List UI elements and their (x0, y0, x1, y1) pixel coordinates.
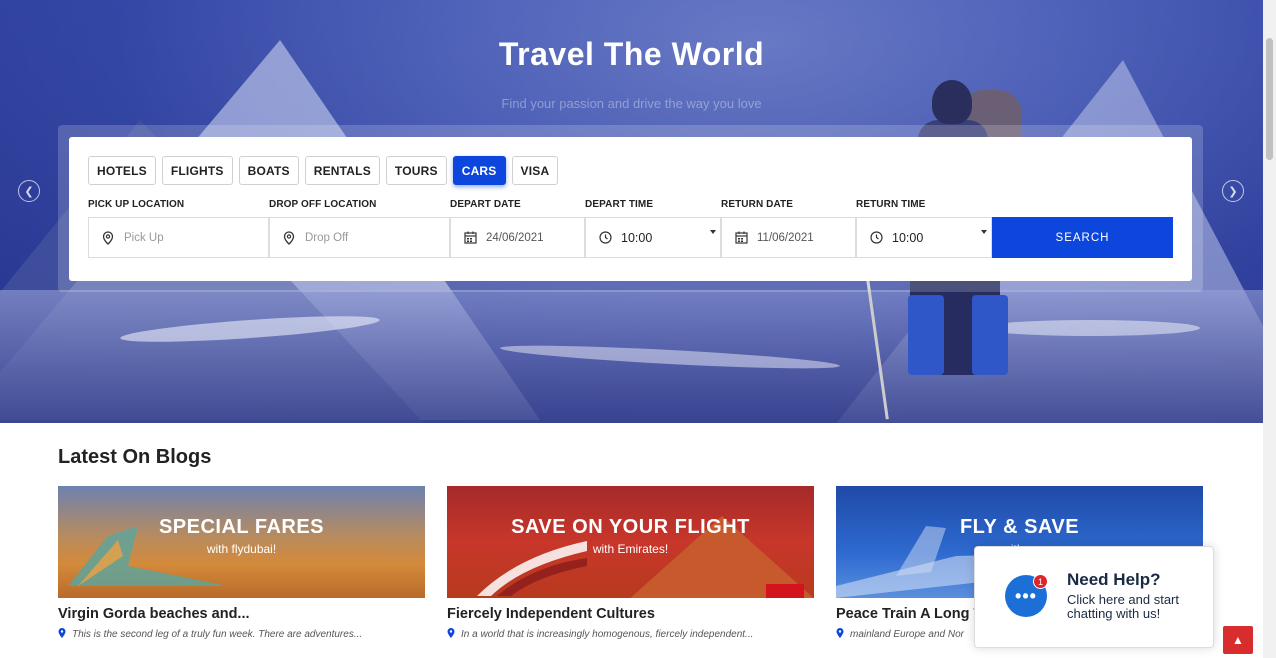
blog-description-text: mainland Europe and Nor (850, 629, 964, 640)
search-panel: HOTELS FLIGHTS BOATS RENTALS TOURS CARS … (69, 137, 1192, 281)
chat-notification-badge: 1 (1033, 574, 1048, 589)
hero-subtitle: Find your passion and drive the way you … (501, 96, 762, 111)
chat-subtitle: Click here and start chatting with us! (1067, 592, 1179, 621)
page-scrollbar[interactable] (1263, 0, 1276, 658)
depart-time-value: 10:00 (621, 230, 653, 245)
return-time-label: RETURN TIME (856, 199, 926, 210)
blogs-heading: Latest On Blogs (58, 446, 212, 468)
dropoff-location-input[interactable]: Drop Off (269, 217, 450, 258)
tab-cars[interactable]: CARS (452, 156, 506, 185)
blog-banner-subtitle: with Emirates! (592, 542, 669, 556)
search-tabs: HOTELS FLIGHTS BOATS RENTALS TOURS CARS … (88, 156, 559, 185)
caret-down-icon (981, 230, 987, 234)
caret-down-icon (710, 230, 716, 234)
blog-banner-title: SAVE ON YOUR FLIGHT (511, 516, 750, 538)
depart-date-label: DEPART DATE (450, 199, 521, 210)
map-marker-icon (101, 230, 115, 245)
blog-card[interactable]: SPECIAL FARES with flydubai! Virgin Gord… (58, 486, 425, 641)
blog-title[interactable]: Fiercely Independent Cultures (447, 606, 814, 622)
return-time-select[interactable]: 10:00 (856, 217, 992, 258)
blog-description: In a world that is increasingly homogeno… (447, 628, 814, 641)
emirates-logo (766, 584, 804, 598)
depart-time-label: DEPART TIME (585, 199, 654, 210)
tab-flights[interactable]: FLIGHTS (161, 156, 233, 185)
blog-image[interactable]: SPECIAL FARES with flydubai! (58, 486, 425, 598)
depart-date-value: 24/06/2021 (486, 231, 544, 244)
hero-title: Travel The World (498, 36, 765, 72)
depart-time-select[interactable]: 10:00 (585, 217, 721, 258)
chevron-left-icon: ❮ (24, 185, 34, 198)
map-marker-icon (836, 628, 844, 641)
tab-hotels[interactable]: HOTELS (88, 156, 156, 185)
pickup-location-input[interactable]: Pick Up (88, 217, 269, 258)
tab-rentals[interactable]: RENTALS (304, 156, 380, 185)
return-date-label: RETURN DATE (721, 199, 794, 210)
scrollbar-thumb[interactable] (1266, 38, 1273, 160)
pickup-location-label: PICK UP LOCATION (88, 199, 185, 210)
blog-description-text: In a world that is increasingly homogeno… (461, 629, 754, 640)
depart-date-input[interactable]: 24/06/2021 (450, 217, 585, 258)
chat-title: Need Help? (1067, 570, 1161, 589)
snow-patch (980, 320, 1200, 336)
chevron-right-icon: ❯ (1228, 185, 1238, 198)
blog-description: This is the second leg of a truly fun we… (58, 628, 425, 641)
return-date-value: 11/06/2021 (757, 231, 814, 244)
dropoff-placeholder: Drop Off (305, 231, 349, 244)
blog-image[interactable]: SAVE ON YOUR FLIGHT with Emirates! (447, 486, 814, 598)
map-marker-icon (58, 628, 66, 641)
back-to-top-button[interactable]: ▲ (1223, 626, 1253, 654)
tab-tours[interactable]: TOURS (385, 156, 447, 185)
slider-next-button[interactable]: ❯ (1222, 180, 1244, 202)
map-marker-icon (447, 628, 455, 641)
tab-visa[interactable]: VISA (511, 156, 559, 185)
blog-banner-subtitle: with flydubai! (206, 542, 277, 556)
blog-banner-title: SPECIAL FARES (158, 516, 325, 538)
chat-widget[interactable]: ••• 1 Need Help? Click here and start ch… (974, 546, 1214, 648)
dropoff-location-label: DROP OFF LOCATION (269, 199, 377, 210)
calendar-icon (734, 231, 748, 245)
map-marker-icon (282, 230, 296, 245)
blog-description-text: This is the second leg of a truly fun we… (72, 629, 363, 640)
blog-card[interactable]: SAVE ON YOUR FLIGHT with Emirates! Fierc… (447, 486, 814, 641)
search-button[interactable]: SEARCH (992, 217, 1173, 258)
clock-icon (598, 231, 612, 245)
blog-banner-title: FLY & SAVE (959, 516, 1080, 538)
tab-boats[interactable]: BOATS (238, 156, 299, 185)
calendar-icon (463, 231, 477, 245)
return-date-input[interactable]: 11/06/2021 (721, 217, 856, 258)
pickup-placeholder: Pick Up (124, 231, 164, 244)
slider-prev-button[interactable]: ❮ (18, 180, 40, 202)
blog-title[interactable]: Virgin Gorda beaches and... (58, 606, 425, 622)
chevron-up-icon: ▲ (1232, 633, 1244, 647)
return-time-value: 10:00 (892, 230, 924, 245)
clock-icon (869, 231, 883, 245)
